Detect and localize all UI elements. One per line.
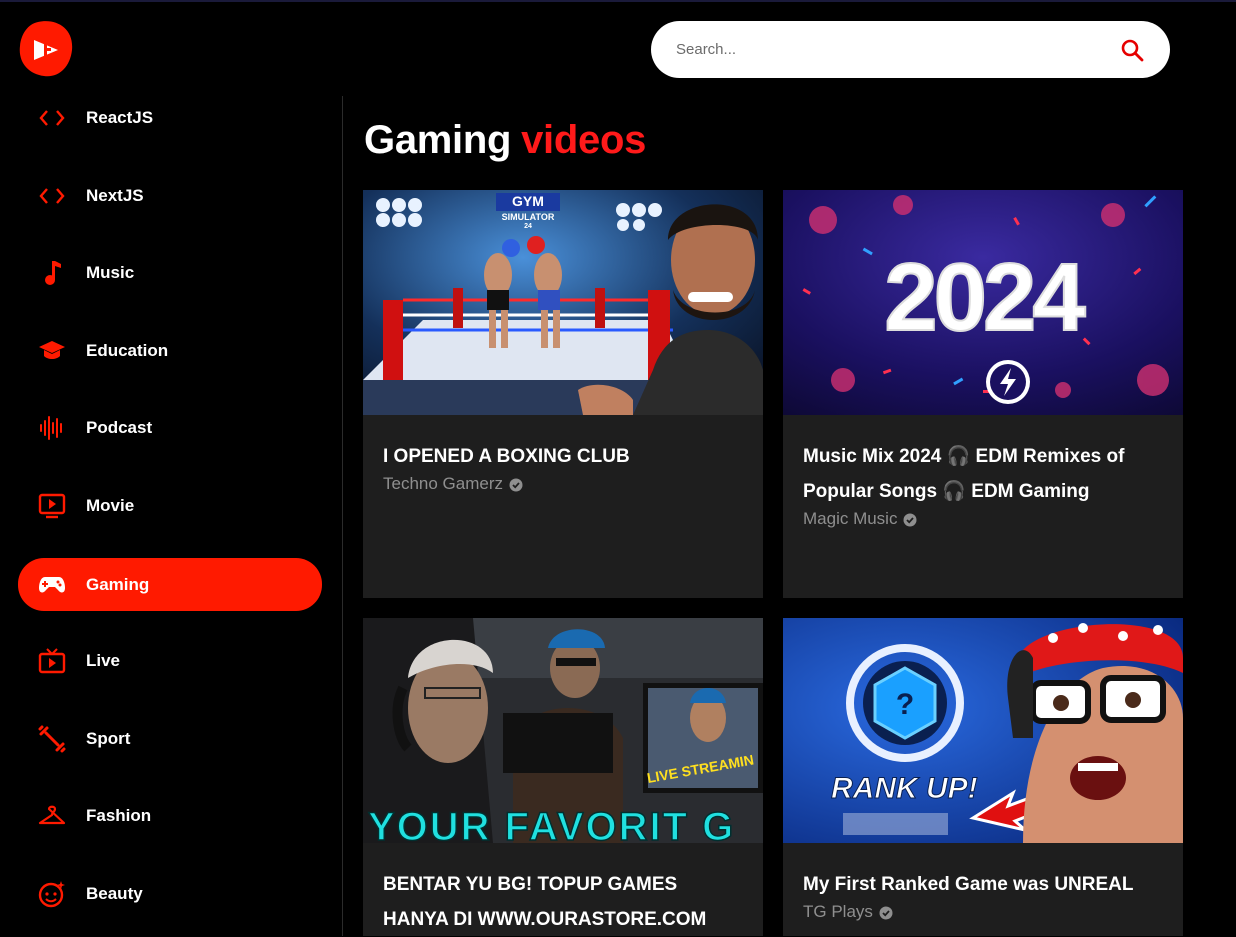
svg-text:GYM: GYM xyxy=(512,193,544,209)
video-card[interactable]: GYM SIMULATOR 24 I OPENED A BOXING CLUB … xyxy=(363,190,763,598)
video-card[interactable]: 2024 Music Mix 2024 🎧 EDM Remixes of Pop… xyxy=(783,190,1183,598)
sidebar-item-label: ReactJS xyxy=(86,107,154,127)
sidebar-item-label: NextJS xyxy=(86,185,144,205)
svg-text:YOUR FAVORIT G: YOUR FAVORIT G xyxy=(368,805,735,843)
dumbbell-icon xyxy=(37,724,67,754)
sidebar-item-label: Education xyxy=(86,340,169,360)
svg-text:2024: 2024 xyxy=(884,244,1085,351)
sidebar-item-sport[interactable]: Sport xyxy=(18,712,322,765)
gamepad-icon xyxy=(37,570,67,600)
tv-icon xyxy=(37,646,67,676)
hanger-icon xyxy=(37,801,67,831)
svg-text:RANK UP!: RANK UP! xyxy=(831,772,978,805)
graduation-cap-icon xyxy=(37,336,67,366)
sidebar-item-live[interactable]: Live xyxy=(18,634,322,687)
page-title-accent: videos xyxy=(521,118,647,162)
channel-name-row[interactable]: Techno Gamerz xyxy=(383,474,743,494)
page-title: Gaming videos xyxy=(364,118,646,163)
face-sparkle-icon xyxy=(37,879,67,909)
code-icon xyxy=(37,103,67,133)
sidebar-item-label: Movie xyxy=(86,495,135,515)
sidebar-item-education[interactable]: Education xyxy=(18,324,322,377)
channel-name-row[interactable]: TG Plays xyxy=(803,902,1163,922)
sidebar-item-podcast[interactable]: Podcast xyxy=(18,401,322,454)
svg-text:SIMULATOR: SIMULATOR xyxy=(502,212,555,222)
sidebar-item-gaming[interactable]: Gaming xyxy=(18,558,322,611)
sidebar-item-fashion[interactable]: Fashion xyxy=(18,789,322,842)
play-screen-icon xyxy=(37,491,67,521)
video-title[interactable]: My First Ranked Game was UNREAL xyxy=(803,867,1163,902)
verified-check-icon xyxy=(903,512,917,527)
code-icon xyxy=(37,181,67,211)
video-thumbnail[interactable]: LIVE STREAMIN YOUR FAVORIT G xyxy=(363,618,763,843)
sidebar-item-label: Podcast xyxy=(86,417,153,437)
verified-check-icon xyxy=(509,477,523,492)
svg-text:?: ? xyxy=(896,688,914,721)
app-logo[interactable] xyxy=(18,20,74,78)
sidebar-item-label: Live xyxy=(86,650,121,670)
channel-name[interactable]: TG Plays xyxy=(803,902,873,922)
search-input[interactable] xyxy=(674,33,1098,66)
svg-text:24: 24 xyxy=(524,223,532,230)
page-title-main: Gaming xyxy=(364,118,512,162)
channel-name[interactable]: Techno Gamerz xyxy=(383,474,503,494)
search-icon[interactable] xyxy=(1120,38,1144,62)
sidebar-item-label: Gaming xyxy=(86,574,150,594)
sidebar-item-nextjs[interactable]: NextJS xyxy=(18,169,322,222)
video-card[interactable]: LIVE STREAMIN YOUR FAVORIT G BENTAR YU B… xyxy=(363,618,763,936)
video-title[interactable]: BENTAR YU BG! TOPUP GAMES HANYA DI WWW.O… xyxy=(383,867,743,937)
video-title[interactable]: I OPENED A BOXING CLUB xyxy=(383,439,743,474)
channel-name[interactable]: Magic Music xyxy=(803,509,897,529)
video-card[interactable]: ? RANK UP! My First Ranked Game was UNRE… xyxy=(783,618,1183,936)
video-thumbnail[interactable]: 2024 xyxy=(783,190,1183,415)
sidebar-item-movie[interactable]: Movie xyxy=(18,479,322,532)
video-thumbnail[interactable]: GYM SIMULATOR 24 xyxy=(363,190,763,415)
sidebar-item-beauty[interactable]: Beauty xyxy=(18,867,322,920)
sidebar-item-label: Beauty xyxy=(86,883,143,903)
sidebar-item-music[interactable]: Music xyxy=(18,246,322,299)
music-note-icon xyxy=(37,258,67,288)
soundwave-icon xyxy=(37,413,67,443)
channel-name-row[interactable]: Magic Music xyxy=(803,509,1163,529)
verified-check-icon xyxy=(879,905,893,920)
sidebar-item-label: Fashion xyxy=(86,805,152,825)
sidebar-item-label: Sport xyxy=(86,728,131,748)
search-bar xyxy=(651,21,1170,78)
video-title[interactable]: Music Mix 2024 🎧 EDM Remixes of Popular … xyxy=(803,439,1163,509)
sidebar-item-reactjs[interactable]: ReactJS xyxy=(18,91,322,144)
sidebar-item-label: Music xyxy=(86,262,135,282)
window-top-border xyxy=(0,0,1236,2)
sidebar: ReactJS NextJS Music Education Podcast M… xyxy=(0,96,343,936)
video-thumbnail[interactable]: ? RANK UP! xyxy=(783,618,1183,843)
logo-icon xyxy=(19,21,73,77)
